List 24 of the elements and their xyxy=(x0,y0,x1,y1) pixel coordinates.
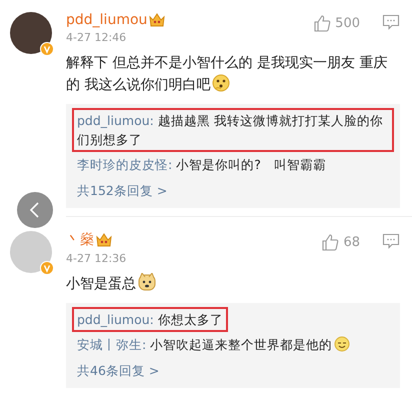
timestamp: 4-27 12:36 xyxy=(66,252,126,265)
like-count: 500 xyxy=(335,16,360,30)
verified-badge-icon xyxy=(40,261,54,275)
highlighted-reply: pdd_liumou: 越描越黑 我转这微博就打打某人脸的你们别想多了 xyxy=(72,108,394,152)
avatar[interactable] xyxy=(10,12,52,54)
comment-text: 小智是蛋总 xyxy=(66,273,400,295)
crown-icon xyxy=(149,13,166,27)
comment-icon[interactable] xyxy=(382,14,400,30)
reply-text: 安城丨弥生: 小智吹起逼来整个世界都是他的 xyxy=(72,332,394,357)
thumbs-up-icon[interactable] xyxy=(313,14,332,32)
crown-icon xyxy=(96,233,112,247)
comment-text: 解释下 但总并不是小智什么的 是我现实一朋友 重庆的 我这么说你们明白吧 xyxy=(66,54,388,95)
like-count: 68 xyxy=(343,234,360,250)
back-button[interactable] xyxy=(17,192,53,228)
reply-text: 李时珍的皮皮怪: 小智是你叫的? 叫智霸霸 xyxy=(76,156,327,174)
highlighted-reply: pdd_liumou: 你想太多了 xyxy=(72,307,228,332)
username[interactable]: pdd_liumou xyxy=(66,12,148,28)
more-replies-link[interactable]: 共46条回复 > xyxy=(72,357,394,380)
username[interactable]: 丶燊 xyxy=(66,231,94,249)
comment-icon[interactable] xyxy=(382,233,400,249)
verified-badge-icon xyxy=(40,42,54,56)
thumbs-up-icon[interactable] xyxy=(321,233,340,251)
more-replies-link[interactable]: 共152条回复 > xyxy=(72,177,394,200)
timestamp: 4-27 12:46 xyxy=(66,31,128,44)
